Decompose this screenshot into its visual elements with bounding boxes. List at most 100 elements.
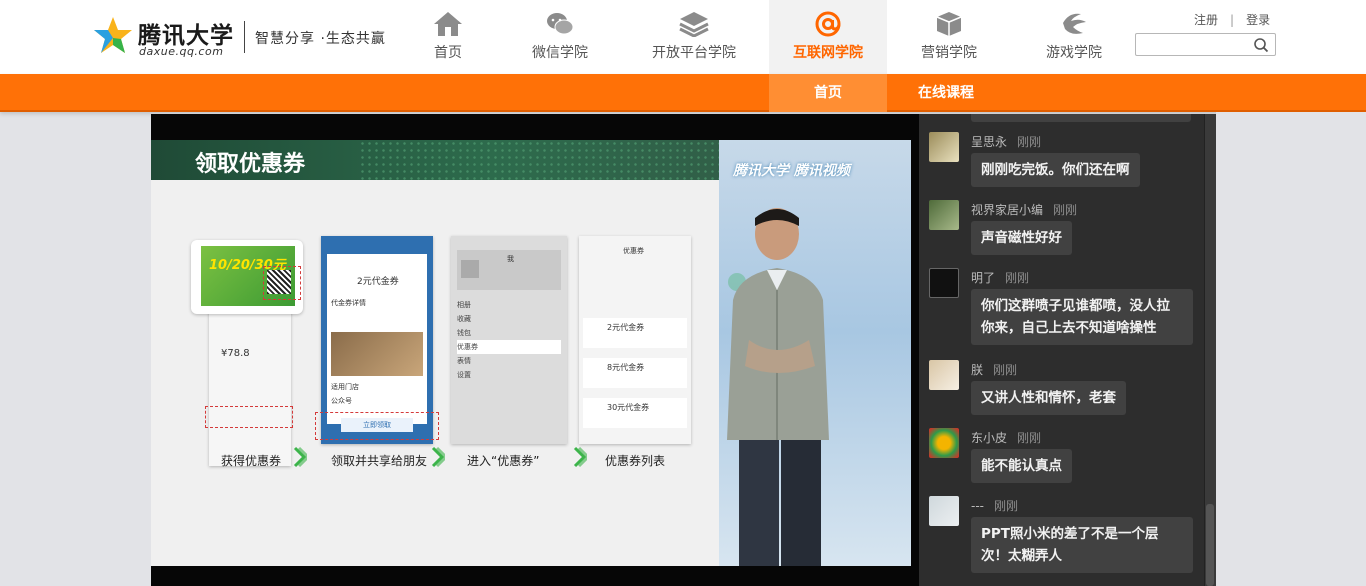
- slide-banner: 领取优惠券: [151, 140, 719, 180]
- chevron-right-icon: [431, 446, 445, 468]
- step-receipt: ¥78.8: [205, 306, 293, 466]
- tab-home[interactable]: 首页: [769, 74, 887, 112]
- chat-time: 刚刚: [1017, 431, 1042, 445]
- nav-label: 营销学院: [921, 45, 977, 61]
- logo-slogan: 智慧分享 ·生态共赢: [255, 31, 386, 47]
- coupon-item: 2元代金券: [583, 318, 687, 348]
- account-label: 公众号: [331, 397, 352, 405]
- nav-marketing[interactable]: 营销学院: [914, 0, 984, 74]
- menu-item: 设置: [457, 371, 471, 379]
- register-link[interactable]: 注册: [1194, 13, 1218, 27]
- chat-scrollbar[interactable]: [1204, 114, 1216, 586]
- chat-time: 刚刚: [993, 363, 1018, 377]
- auth-links: 注册 | 登录: [1194, 11, 1270, 28]
- coupon-item: 8元代金券: [583, 358, 687, 388]
- tab-online-courses[interactable]: 在线课程: [898, 74, 994, 112]
- nav-label: 开放平台学院: [652, 45, 736, 61]
- slide-title: 领取优惠券: [195, 152, 306, 177]
- avatar: [929, 268, 959, 298]
- chevron-right-icon: [293, 446, 307, 468]
- presenter-camera: 腾讯大学 腾讯视频: [719, 140, 911, 566]
- chat-time: 刚刚: [1053, 203, 1078, 217]
- chat-bubble: 又讲人性和情怀，老套: [971, 381, 1126, 415]
- store-label: 适用门店: [331, 383, 359, 391]
- banner-pattern: [359, 140, 719, 180]
- phone-screen: 2元代金券 代金券详情 适用门店 公众号: [327, 254, 427, 424]
- home-icon: [434, 12, 462, 36]
- step-label: 领取并共享给朋友: [331, 454, 428, 468]
- game-icon: [1063, 13, 1086, 34]
- highlight-box: [263, 266, 301, 300]
- login-link[interactable]: 登录: [1246, 13, 1270, 27]
- avatar: [461, 260, 479, 278]
- avatar: [929, 428, 959, 458]
- chat-meta: 东小皮 刚刚: [971, 429, 1041, 446]
- nav-internet[interactable]: 互联网学院: [769, 0, 887, 74]
- menu-item: 钱包: [457, 329, 471, 337]
- coupon-card: 10/20/30元: [191, 240, 303, 314]
- page-background: [1216, 112, 1366, 586]
- chat-panel[interactable]: 呈思永 刚刚 刚刚吃完饭。你们还在啊 视界家居小编 刚刚 声音磁性好好 明了 刚刚 你…: [919, 114, 1216, 586]
- highlight-box: [205, 406, 293, 428]
- chat-bubble: PPT照小米的差了不是一个层次！太糊弄人: [971, 517, 1193, 573]
- step-label: 进入“优惠券”: [467, 454, 540, 468]
- search-icon[interactable]: [1253, 37, 1269, 53]
- auth-separator: |: [1230, 13, 1235, 27]
- chat-username[interactable]: 朕: [971, 363, 983, 377]
- menu-item: 收藏: [457, 315, 471, 323]
- list-title: 优惠券: [623, 247, 644, 255]
- nav-label: 微信学院: [532, 45, 588, 61]
- chat-username[interactable]: 明了: [971, 271, 995, 285]
- step-phone-menu: 我 相册 收藏 钱包 优惠券 表情 设置: [451, 236, 567, 444]
- menu-item-coupon: 优惠券: [457, 340, 561, 354]
- chat-time: 刚刚: [994, 499, 1019, 513]
- chat-username[interactable]: ---: [971, 499, 984, 513]
- step-label: 优惠券列表: [605, 454, 666, 468]
- chat-bubble: 刚刚吃完饭。你们还在啊: [971, 153, 1140, 187]
- chat-meta: --- 刚刚: [971, 497, 1018, 514]
- chat-time: 刚刚: [1017, 135, 1042, 149]
- nav-label: 互联网学院: [793, 45, 863, 61]
- layers-icon: [679, 12, 709, 37]
- nav-home[interactable]: 首页: [416, 0, 480, 74]
- receipt-amount: ¥78.8: [221, 348, 250, 359]
- avatar: [929, 132, 959, 162]
- presenter-figure: [727, 208, 829, 566]
- store-photo: [331, 332, 423, 376]
- chat-username[interactable]: 呈思永: [971, 135, 1007, 149]
- chat-meta: 呈思永 刚刚: [971, 133, 1041, 150]
- logo-divider: [244, 21, 245, 53]
- avatar: [929, 496, 959, 526]
- nav-game[interactable]: 游戏学院: [1038, 0, 1110, 74]
- sub-navigation: 首页 在线课程: [0, 74, 1366, 112]
- chat-username[interactable]: 视界家居小编: [971, 203, 1043, 217]
- video-player[interactable]: 领取优惠券 ¥78.8 10/20/30元 获得优惠券 2元代金券 代金券详情 …: [151, 114, 919, 586]
- nav-label: 游戏学院: [1046, 45, 1102, 61]
- at-sign-icon: [815, 11, 841, 37]
- coupon-text: 2元代金券: [357, 277, 399, 287]
- site-header: 腾讯大学 daxue.qq.com 智慧分享 ·生态共赢 首页 微信学院 开放平…: [0, 0, 1366, 74]
- step-label: 获得优惠券: [221, 454, 282, 468]
- avatar: [929, 360, 959, 390]
- claim-button: 立即领取: [341, 418, 413, 432]
- wechat-icon: [547, 13, 574, 35]
- chat-username[interactable]: 东小皮: [971, 431, 1007, 445]
- nav-open-platform[interactable]: 开放平台学院: [646, 0, 742, 74]
- star-logo-icon: [94, 17, 132, 53]
- site-logo[interactable]: 腾讯大学 daxue.qq.com 智慧分享 ·生态共赢: [92, 12, 392, 62]
- profile-label: 我: [507, 255, 514, 263]
- coupon-item: 30元代金券: [583, 398, 687, 428]
- chat-meta: 朕刚刚: [971, 361, 1017, 378]
- chevron-right-icon: [573, 446, 587, 468]
- scrollbar-thumb[interactable]: [1206, 504, 1214, 586]
- nav-label: 首页: [434, 45, 462, 61]
- menu-item: 相册: [457, 301, 471, 309]
- profile-header: 我: [457, 250, 561, 290]
- chat-meta: 视界家居小编 刚刚: [971, 201, 1077, 218]
- presentation-slide: 领取优惠券 ¥78.8 10/20/30元 获得优惠券 2元代金券 代金券详情 …: [151, 140, 719, 566]
- nav-wechat[interactable]: 微信学院: [522, 0, 598, 74]
- chat-time: 刚刚: [1005, 271, 1030, 285]
- logo-domain: daxue.qq.com: [139, 45, 224, 58]
- search-input[interactable]: [1140, 34, 1252, 56]
- chat-bubble: 能不能认真点: [971, 449, 1072, 483]
